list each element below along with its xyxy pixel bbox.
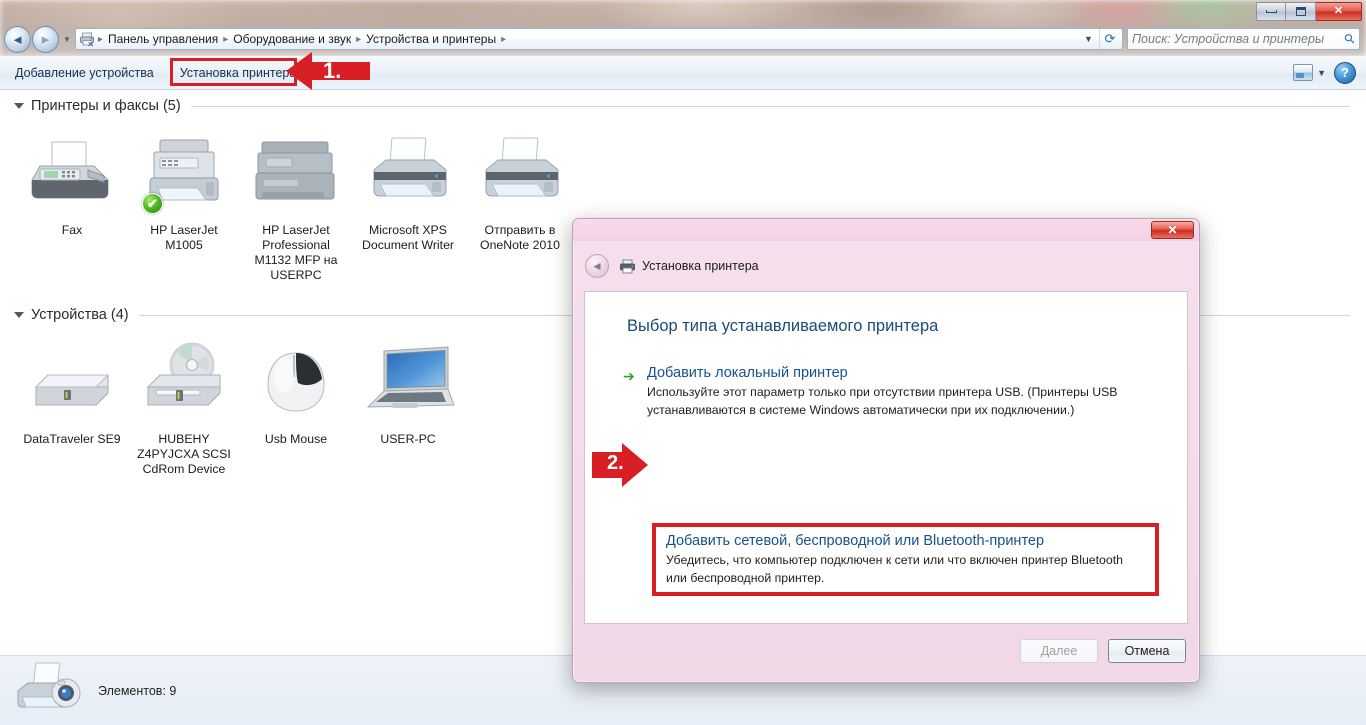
device-label: HUBEHY Z4PYJCXA SCSI CdRom Device [137, 432, 231, 476]
breadcrumb-separator: ▸ [356, 33, 362, 45]
maximize-button[interactable] [1286, 2, 1316, 21]
dialog-body: Выбор типа устанавливаемого принтера ➔ Д… [584, 291, 1188, 624]
default-printer-badge-icon: ✔ [142, 193, 163, 214]
device-tile-hp-m1005[interactable]: ✔ HP LaserJet M1005 [128, 128, 240, 285]
breadcrumb-separator: ▸ [501, 33, 507, 45]
refresh-icon[interactable]: ⟳ [1099, 29, 1120, 49]
fax-machine-icon [24, 130, 120, 216]
printers-section-header[interactable]: Принтеры и факсы (5) [0, 90, 1366, 116]
device-tile-cdrom[interactable]: HUBEHY Z4PYJCXA SCSI CdRom Device [128, 337, 240, 479]
usb-drive-icon [24, 339, 120, 425]
breadcrumb-separator: ▸ [97, 33, 103, 45]
breadcrumb-item-hardware-sound[interactable]: Оборудование и звук [229, 31, 355, 47]
address-bar-controls: ▼ ⟳ [1078, 29, 1120, 49]
dialog-title: Установка принтера [642, 259, 759, 273]
section-divider [190, 105, 1350, 107]
device-tile-user-pc[interactable]: USER-PC [352, 337, 464, 479]
address-dropdown-icon[interactable]: ▼ [1078, 29, 1099, 49]
device-label: HP LaserJet M1005 [150, 223, 218, 252]
device-tile-fax[interactable]: Fax [16, 128, 128, 285]
dialog-back-button[interactable]: ◄ [585, 254, 609, 278]
option-description: Убедитесь, что компьютер подключен к сет… [666, 553, 1123, 585]
history-dropdown-icon[interactable]: ▼ [63, 35, 71, 44]
dialog-close-button[interactable]: ✕ [1151, 221, 1194, 239]
step-2-label: 2. [607, 452, 624, 474]
collapse-triangle-icon[interactable] [14, 312, 24, 318]
printer-icon [619, 258, 636, 275]
status-item-count: Элементов: 9 [98, 683, 177, 698]
address-bar[interactable]: ▸ Панель управления ▸ Оборудование и зву… [74, 28, 1123, 50]
dialog-footer: Далее Отмена [584, 630, 1188, 672]
dialog-heading: Выбор типа устанавливаемого принтера [627, 317, 939, 335]
option-title: Добавить сетевой, беспроводной или Bluet… [666, 533, 1045, 549]
printer-icon [360, 130, 456, 216]
device-tile-hp-m1132[interactable]: HP LaserJet Professional M1132 MFP на US… [240, 128, 352, 285]
add-local-printer-option[interactable]: ➔ Добавить локальный принтер Используйте… [585, 364, 1187, 419]
next-button[interactable]: Далее [1020, 639, 1098, 663]
navigation-bar: ◄ ► ▼ ▸ Панель управления ▸ Оборудование… [0, 24, 1366, 54]
devices-section-title: Устройства (4) [31, 307, 129, 323]
window-controls: ✕ [1256, 2, 1362, 21]
help-icon[interactable]: ? [1334, 61, 1356, 84]
device-label: Usb Mouse [264, 432, 328, 446]
option-description: Используйте этот параметр только при отс… [647, 385, 1118, 417]
search-input[interactable]: Поиск: Устройства и принтеры ⚲ [1127, 28, 1360, 50]
step-1-label: 1. [323, 58, 342, 83]
breadcrumb: ▸ Панель управления ▸ Оборудование и зву… [97, 31, 1078, 47]
forward-button[interactable]: ► [32, 25, 59, 53]
close-button[interactable]: ✕ [1316, 2, 1362, 21]
minimize-button[interactable] [1256, 2, 1286, 21]
breadcrumb-item-control-panel[interactable]: Панель управления [104, 31, 222, 47]
cdrom-drive-icon [136, 339, 232, 425]
breadcrumb-item-devices-printers[interactable]: Устройства и принтеры [362, 31, 500, 47]
arrow-right-icon: ➔ [623, 368, 635, 384]
dialog-header: ◄ Установка принтера [573, 241, 1199, 291]
nav-buttons: ◄ ► ▼ [4, 25, 75, 53]
printers-section-title: Принтеры и факсы (5) [31, 98, 181, 114]
device-label: Fax [61, 223, 83, 237]
device-tile-onenote[interactable]: Отправить в OneNote 2010 [464, 128, 576, 285]
add-device-button[interactable]: Добавление устройства [4, 60, 165, 86]
step-1-highlight-box [170, 58, 297, 86]
device-label: DataTraveler SE9 [23, 432, 121, 446]
chevron-down-icon[interactable]: ▼ [1315, 68, 1332, 78]
printer-camera-icon [14, 661, 86, 720]
add-printer-dialog: ✕ ◄ Установка принтера Выбор типа устана… [572, 218, 1200, 683]
device-label: USER-PC [380, 432, 436, 446]
mouse-icon [248, 339, 344, 425]
breadcrumb-separator: ▸ [223, 33, 229, 45]
add-network-printer-option[interactable]: Добавить сетевой, беспроводной или Bluet… [652, 523, 1159, 596]
device-tile-datatraveler[interactable]: DataTraveler SE9 [16, 337, 128, 479]
laptop-icon [358, 339, 458, 425]
printer-mfp-icon: ✔ [136, 130, 232, 216]
device-tile-usb-mouse[interactable]: Usb Mouse [240, 337, 352, 479]
collapse-triangle-icon[interactable] [14, 103, 24, 109]
device-tile-xps-writer[interactable]: Microsoft XPS Document Writer [352, 128, 464, 285]
printer-mfp-network-icon [246, 130, 346, 216]
preview-pane-icon[interactable] [1293, 64, 1314, 81]
toolbar-right-controls: ▼ ? [1293, 61, 1366, 84]
cancel-button[interactable]: Отмена [1108, 639, 1186, 663]
back-button[interactable]: ◄ [4, 25, 31, 53]
option-title: Добавить локальный принтер [647, 365, 848, 381]
printer-icon [472, 130, 568, 216]
search-placeholder: Поиск: Устройства и принтеры [1132, 32, 1325, 46]
device-label: Microsoft XPS Document Writer [361, 223, 455, 252]
device-label: HP LaserJet Professional M1132 MFP на US… [254, 223, 338, 282]
address-printer-icon [79, 31, 95, 47]
dialog-title-bar: ✕ [573, 219, 1199, 241]
device-label: Отправить в OneNote 2010 [480, 223, 560, 252]
